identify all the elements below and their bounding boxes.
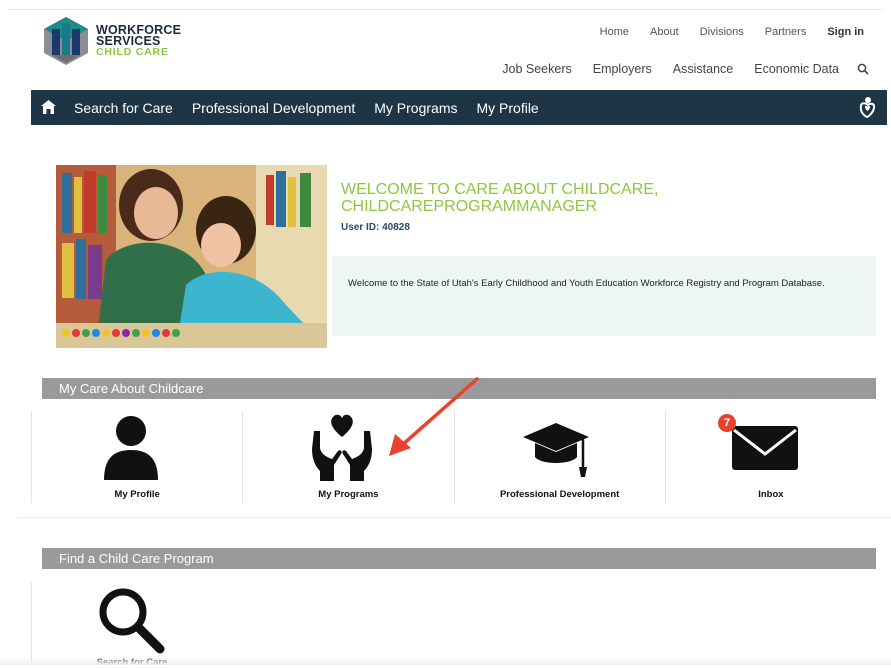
mother-and-child-photo (56, 165, 327, 348)
search-icon[interactable] (857, 63, 869, 75)
nav-employers[interactable]: Employers (593, 62, 652, 76)
logo-text: WORKFORCE SERVICES CHILD CARE (96, 24, 181, 58)
bottom-fade (0, 655, 891, 665)
navbar-item-search-for-care[interactable]: Search for Care (74, 100, 173, 116)
nav-about-link[interactable]: About (650, 26, 679, 38)
nav-divisions-link[interactable]: Divisions (700, 26, 744, 38)
welcome-message-box: Welcome to the State of Utah's Early Chi… (332, 256, 876, 336)
section-divider (18, 517, 891, 518)
home-icon[interactable] (40, 99, 57, 115)
tile-label-my-programs: My Programs (318, 489, 379, 500)
nav-home-link[interactable]: Home (600, 26, 629, 38)
tile-label-professional-development: Professional Development (499, 489, 620, 500)
workforce-logo-icon (44, 17, 88, 65)
find-program-section-header: Find a Child Care Program (42, 548, 876, 569)
nav-economic-data[interactable]: Economic Data (754, 62, 839, 76)
graduation-cap-icon (522, 423, 589, 477)
hands-heart-icon (312, 414, 373, 481)
welcome-heading: WELCOME TO CARE ABOUT CHILDCARE, CHILDCA… (341, 181, 659, 215)
sign-in-link[interactable]: Sign in (827, 26, 864, 38)
site-header: WORKFORCE SERVICES CHILD CARE Home About… (0, 0, 891, 88)
hero-photo (56, 165, 327, 348)
child-care-icon[interactable] (857, 96, 877, 119)
navbar-item-my-programs[interactable]: My Programs (374, 100, 457, 116)
nav-partners-link[interactable]: Partners (765, 26, 807, 38)
tile-label-inbox: Inbox (758, 489, 784, 500)
tile-professional-development[interactable]: Professional Development (453, 411, 665, 503)
nav-assistance[interactable]: Assistance (673, 62, 733, 76)
tile-search-for-care[interactable]: Search for Care (31, 582, 232, 668)
magnifier-icon (99, 588, 165, 654)
tile-inbox[interactable]: Inbox (664, 411, 876, 503)
nav-job-seekers[interactable]: Job Seekers (502, 62, 571, 76)
tile-my-profile[interactable]: My Profile (31, 411, 242, 503)
main-nav: Job Seekers Employers Assistance Economi… (481, 62, 869, 76)
site-logo[interactable]: WORKFORCE SERVICES CHILD CARE (42, 15, 202, 69)
tile-label-my-profile: My Profile (114, 489, 160, 500)
inbox-count-badge: 7 (718, 414, 736, 432)
navbar-item-professional-development[interactable]: Professional Development (192, 100, 355, 116)
logo-line-3: CHILD CARE (96, 46, 169, 58)
navbar-item-my-profile[interactable]: My Profile (476, 100, 538, 116)
user-id: User ID: 40828 (341, 222, 410, 233)
person-icon (104, 416, 158, 480)
navbar-links: Search for Care Professional Development… (74, 90, 558, 125)
annotation-arrow (389, 377, 479, 456)
utility-nav: Home About Divisions Partners Sign in (579, 26, 864, 38)
envelope-icon (731, 426, 798, 470)
welcome-message: Welcome to the State of Utah's Early Chi… (348, 278, 825, 289)
program-navbar: Search for Care Professional Development… (31, 90, 887, 125)
header-divider (8, 9, 883, 10)
